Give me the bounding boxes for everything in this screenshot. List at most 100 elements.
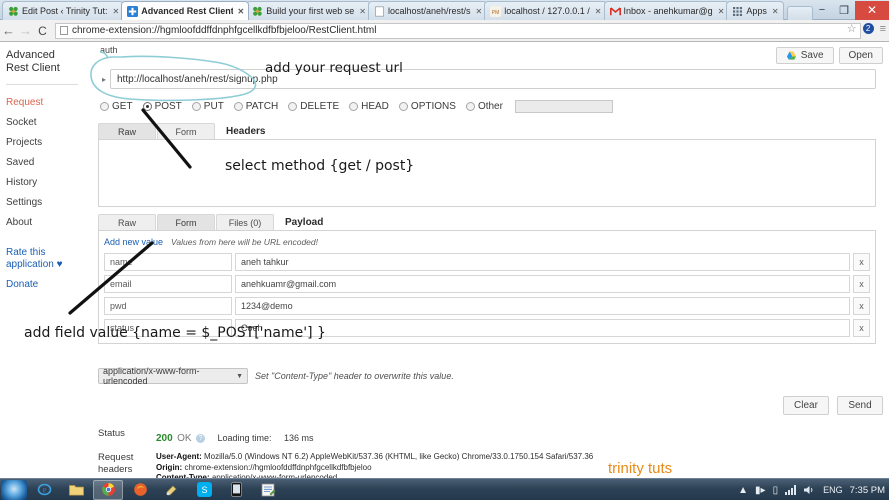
payload-value-input[interactable]: Coeh	[235, 319, 850, 337]
radio-icon[interactable]	[398, 102, 408, 111]
add-new-value-link[interactable]: Add new value	[104, 237, 163, 247]
browser-tab-6[interactable]: Apps ✕	[726, 1, 784, 20]
tray-expand-icon[interactable]: ▲	[738, 485, 748, 496]
radio-icon[interactable]	[142, 102, 152, 111]
minimize-button[interactable]: −	[811, 1, 833, 19]
omnibox-actions: ☆ 2 ≡	[847, 22, 886, 36]
auth-label[interactable]: auth	[100, 45, 118, 55]
browser-tab-0[interactable]: Edit Post ‹ Trinity Tut: ✕	[2, 1, 125, 20]
address-bar[interactable]: chrome-extension://hgmloofddffdnphfgcell…	[55, 22, 861, 39]
method-option-patch[interactable]: PATCH	[233, 101, 278, 112]
browser-tab-5[interactable]: Inbox - anehkumar@g ✕	[603, 1, 730, 20]
close-window-button[interactable]: ✕	[855, 0, 889, 20]
payload-value-input[interactable]: anehkuamr@gmail.com	[235, 275, 850, 293]
taskbar-notepad-icon[interactable]	[253, 480, 283, 500]
device-icon[interactable]: ▯	[773, 485, 779, 496]
bookmark-star-icon[interactable]: ☆	[847, 22, 857, 35]
tab-close-icon[interactable]: ✕	[359, 7, 366, 16]
taskbar-paint-icon[interactable]	[157, 480, 187, 500]
start-button[interactable]	[1, 479, 27, 500]
radio-icon[interactable]	[465, 102, 475, 111]
other-method-input[interactable]	[514, 100, 613, 113]
tab-close-icon[interactable]: ✕	[772, 7, 779, 16]
taskbar-skype-icon[interactable]: S	[189, 480, 219, 500]
radio-icon[interactable]	[100, 102, 109, 111]
taskbar-internet-explorer-icon[interactable]: e	[29, 480, 59, 500]
volume-icon[interactable]	[804, 485, 816, 495]
payload-tab-raw[interactable]: Raw	[98, 214, 156, 230]
payload-tab-files-0[interactable]: Files (0)	[216, 214, 274, 230]
payload-key-input[interactable]: name	[104, 253, 232, 271]
tab-close-icon[interactable]: ✕	[113, 7, 120, 16]
method-option-other[interactable]: Other	[465, 101, 503, 112]
taskbar-chrome-icon[interactable]	[93, 479, 123, 500]
radio-icon[interactable]	[288, 102, 298, 111]
help-icon[interactable]: ?	[196, 434, 206, 443]
remove-field-button[interactable]: x	[853, 253, 870, 271]
sidebar-link-1[interactable]: Donate	[6, 279, 80, 291]
tab-close-icon[interactable]: ✕	[718, 7, 725, 16]
payload-value-input[interactable]: aneh tahkur	[235, 253, 850, 271]
radio-icon[interactable]	[191, 102, 201, 111]
browser-tab-2[interactable]: Build your first web se ✕	[246, 1, 371, 20]
sidebar-item-request[interactable]: Request	[6, 93, 80, 113]
send-button[interactable]: Send	[837, 396, 883, 415]
remove-field-button[interactable]: x	[853, 297, 870, 315]
headers-textarea[interactable]	[98, 139, 876, 207]
remove-field-button[interactable]: x	[853, 319, 870, 337]
sidebar-link-0[interactable]: Rate this application ♥	[6, 247, 80, 271]
tab-close-icon[interactable]: ✕	[238, 7, 245, 16]
sidebar-item-projects[interactable]: Projects	[6, 133, 80, 153]
open-button[interactable]: Open	[838, 47, 883, 64]
expand-caret-icon[interactable]: ▸	[98, 75, 110, 84]
payload-tab-form[interactable]: Form	[157, 214, 215, 230]
taskbar-phone-icon[interactable]	[221, 480, 251, 500]
sidebar-item-history[interactable]: History	[6, 173, 80, 193]
menu-icon[interactable]: ≡	[880, 23, 886, 35]
network-icon[interactable]: ▮▸	[755, 485, 766, 496]
method-option-head[interactable]: HEAD	[349, 101, 389, 112]
method-option-delete[interactable]: DELETE	[288, 101, 339, 112]
watermark: trinity tuts	[608, 460, 673, 477]
browser-tab-1[interactable]: Advanced Rest Client ✕	[121, 1, 250, 20]
clear-button[interactable]: Clear	[783, 396, 829, 415]
method-option-post[interactable]: POST	[142, 101, 182, 112]
method-option-put[interactable]: PUT	[191, 101, 224, 112]
payload-value-input[interactable]: 1234@demo	[235, 297, 850, 315]
back-icon[interactable]: ←	[0, 23, 17, 38]
tab-close-icon[interactable]: ✕	[595, 7, 602, 16]
content-type-select[interactable]: application/x-www-form-urlencoded ▼	[98, 366, 248, 386]
browser-tab-3[interactable]: localhost/aneh/rest/s ✕	[367, 1, 488, 20]
language-indicator[interactable]: ENG	[823, 485, 843, 495]
new-tab-button[interactable]	[786, 6, 813, 20]
rest-client-page: Advanced Rest Client Request Socket Projec…	[0, 43, 889, 482]
radio-icon[interactable]	[349, 102, 359, 111]
remove-field-button[interactable]: x	[853, 275, 870, 293]
payload-key-input[interactable]: email	[104, 275, 232, 293]
clock[interactable]: 7:35 PM	[850, 485, 885, 496]
system-tray: ▲ ▮▸ ▯ ENG 7:35 PM	[738, 479, 885, 500]
signal-icon[interactable]	[785, 485, 797, 495]
sidebar-item-saved[interactable]: Saved	[6, 153, 80, 173]
profile-avatar[interactable]: 2	[862, 23, 874, 34]
taskbar-explorer-folder-icon[interactable]	[61, 480, 91, 500]
taskbar-firefox-icon[interactable]	[125, 480, 155, 500]
sidebar-item-about[interactable]: About	[6, 213, 80, 233]
headers-tab-form[interactable]: Form	[157, 123, 215, 139]
save-open-group: Save Open	[775, 47, 883, 64]
method-option-options[interactable]: OPTIONS	[398, 101, 456, 112]
radio-icon[interactable]	[233, 102, 243, 111]
headers-tab-raw[interactable]: Raw	[98, 123, 156, 139]
forward-icon[interactable]: →	[17, 23, 34, 38]
sidebar-item-settings[interactable]: Settings	[6, 193, 80, 213]
payload-key-input[interactable]: pwd	[104, 297, 232, 315]
request-url-input[interactable]: http://localhost/aneh/rest/signup.php	[110, 69, 876, 89]
reload-icon[interactable]: C	[34, 24, 51, 38]
browser-tab-bar: Edit Post ‹ Trinity Tut: ✕ Advanced Rest C…	[0, 0, 889, 20]
maximize-button[interactable]: ❐	[833, 1, 855, 19]
save-button[interactable]: Save	[775, 47, 834, 64]
browser-tab-4[interactable]: PM localhost / 127.0.0.1 / ✕	[484, 1, 607, 20]
tab-close-icon[interactable]: ✕	[476, 7, 483, 16]
sidebar-item-socket[interactable]: Socket	[6, 113, 80, 133]
method-option-get[interactable]: GET	[100, 101, 133, 112]
